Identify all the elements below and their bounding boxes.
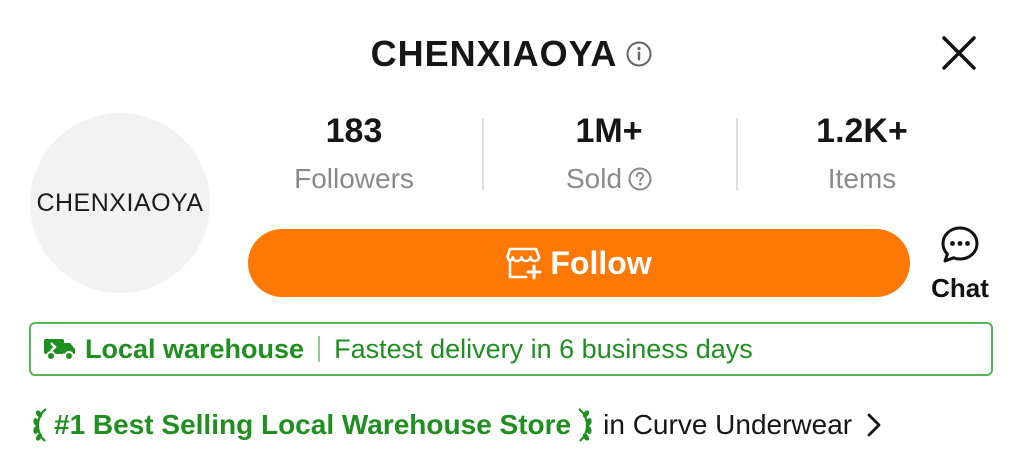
info-icon[interactable] <box>625 40 653 68</box>
close-button[interactable] <box>936 30 982 76</box>
stat-followers[interactable]: 183 Followers <box>244 108 464 200</box>
banner-main-text: Local warehouse <box>85 333 305 364</box>
follow-button[interactable]: Follow <box>248 229 910 297</box>
items-label: Items <box>827 163 897 194</box>
sold-count: 1M+ <box>575 112 643 150</box>
stat-sold[interactable]: 1M+ Sold <box>499 108 719 200</box>
sold-label: Sold <box>565 163 623 194</box>
stat-items[interactable]: 1.2K+ Items <box>752 108 972 200</box>
store-follow-icon <box>506 247 542 280</box>
store-header-sheet: CHENXIAOYA CHENXIAOYA 183 Followers 1M+ … <box>0 0 1024 460</box>
banner-sub-text: Fastest delivery in 6 business days <box>334 333 753 364</box>
title-row: CHENXIAOYA <box>0 30 1024 78</box>
chat-label: Chat <box>931 273 989 303</box>
stat-divider <box>736 118 738 190</box>
truck-icon <box>44 339 75 361</box>
store-avatar[interactable]: CHENXIAOYA <box>30 113 210 293</box>
close-icon <box>942 36 976 70</box>
follow-label: Follow <box>550 244 652 281</box>
ranking-title: #1 Best Selling Local Warehouse Store <box>54 409 572 440</box>
laurel-icon <box>578 408 592 442</box>
chat-bubble-icon <box>941 226 979 263</box>
items-count: 1.2K+ <box>816 112 908 150</box>
chevron-right-icon <box>867 413 881 437</box>
avatar-text: CHENXIAOYA <box>36 188 204 217</box>
followers-count: 183 <box>325 112 383 150</box>
banner-separator <box>318 336 321 362</box>
stat-divider <box>482 118 484 190</box>
ranking-category: in Curve Underwear <box>603 409 853 440</box>
store-title: CHENXIAOYA <box>370 33 618 74</box>
chat-button[interactable]: Chat <box>920 224 1000 304</box>
ranking-row[interactable]: #1 Best Selling Local Warehouse Store in… <box>30 400 994 450</box>
local-warehouse-banner: Local warehouse Fastest delivery in 6 bu… <box>29 322 993 376</box>
help-icon[interactable] <box>628 167 652 191</box>
laurel-icon <box>33 408 47 442</box>
followers-label: Followers <box>294 163 414 194</box>
